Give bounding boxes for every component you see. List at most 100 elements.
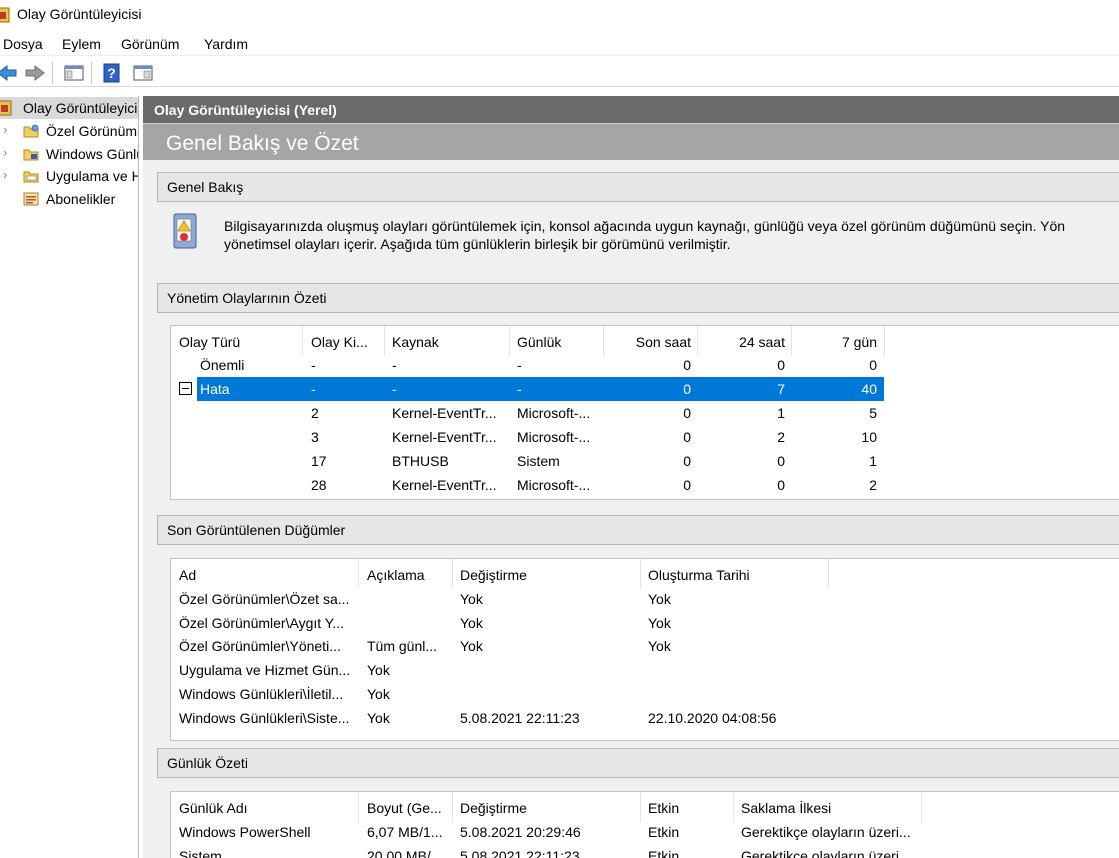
cell-log-name: Windows PowerShell [179,824,311,840]
cell-7-days: 2 [869,477,877,493]
table-row[interactable]: 17 BTHUSB Sistem 0 0 1 [171,449,1119,473]
column-header-created[interactable]: Oluşturma Tarihi [648,567,828,583]
show-hide-action-pane-icon[interactable] [132,63,154,83]
cell-log: Microsoft-... [517,405,591,421]
column-divider [509,326,510,356]
tree-item-label: Windows Günlükleri [46,146,138,162]
menu-view[interactable]: Görünüm [121,36,179,52]
column-divider [791,326,792,356]
cell-event-type: Hata [200,381,230,397]
column-header-enabled[interactable]: Etkin [648,800,733,816]
column-header-event-type[interactable]: Olay Türü [179,334,299,350]
table-header-row: Ad Açıklama Değiştirme Oluşturma Tarihi [171,559,1119,589]
column-divider [733,792,734,822]
column-header-log[interactable]: Günlük [517,334,597,350]
table-row[interactable]: Sistem 20,00 MB/... 5.08.2021 22:11:23 E… [171,844,1119,858]
tree-item-label: Abonelikler [46,191,116,207]
column-header-modified[interactable]: Değiştirme [460,567,640,583]
table-row[interactable]: Özel Görünümler\Özet sa... Yok Yok [171,587,1119,611]
overview-section-header[interactable]: Genel Bakış [157,172,1119,202]
content-header: Olay Görüntüleyicisi (Yerel) [143,96,1119,123]
log-summary-table[interactable]: Günlük Adı Boyut (Ge... Değiştirme Etkin… [170,791,1119,858]
recent-nodes-section-header[interactable]: Son Görüntülenen Düğümler [157,515,1119,545]
column-divider [828,559,829,589]
cell-last-hour: 0 [683,429,691,445]
tree-item-event-viewer-local[interactable]: Olay Görüntüleyicisi (Yerel) [0,97,138,119]
tree-item-label: Uygulama ve Hizmet Günlükleri [46,168,138,184]
admin-events-summary-section: Yönetim Olaylarının Özeti Olay Türü Olay… [157,283,1119,505]
cell-created: Yok [648,591,671,607]
column-header-name[interactable]: Ad [179,567,359,583]
title-band: Genel Bakış ve Özet [143,123,1119,160]
table-row[interactable]: Özel Görünümler\Yöneti... Tüm günl... Yo… [171,634,1119,658]
log-summary-section-header[interactable]: Günlük Özeti [157,748,1119,778]
section-heading: Son Görüntülenen Düğümler [167,522,346,538]
menu-help[interactable]: Yardım [204,36,248,52]
column-header-retention-policy[interactable]: Saklama İlkesi [741,800,921,816]
overview-line-1: Bilgisayarınızda oluşmuş olayları görünt… [224,218,1066,234]
cell-description: Tüm günl... [367,638,438,654]
help-icon[interactable]: ? [101,63,123,83]
table-row[interactable]: 28 Kernel-EventTr... Microsoft-... 0 0 2 [171,473,1119,497]
cell-last-hour: 0 [683,477,691,493]
recent-nodes-table[interactable]: Ad Açıklama Değiştirme Oluşturma Tarihi … [170,558,1119,741]
admin-events-table[interactable]: Olay Türü Olay Ki... Kaynak Günlük Son s… [170,325,1119,500]
table-row[interactable]: Windows Günlükleri\İletil... Yok [171,682,1119,706]
cell-log: - [517,357,522,373]
tree-item-app-services-logs[interactable]: › Uygulama ve Hizmet Günlükleri [0,165,138,187]
cell-7-days: 0 [869,357,877,373]
console-tree: Olay Görüntüleyicisi (Yerel) › Özel Görü… [0,96,139,858]
cell-7-days: 5 [869,405,877,421]
toolbar-separator [52,62,53,84]
cell-event-type: Önemli [200,357,245,373]
column-header-size[interactable]: Boyut (Ge... [367,800,452,816]
column-header-description[interactable]: Açıklama [367,567,452,583]
page-title: Genel Bakış ve Özet [166,132,359,155]
column-header-event-id[interactable]: Olay Ki... [311,334,381,350]
overview-description: Bilgisayarınızda oluşmuş olayları görünt… [224,217,1119,253]
forward-arrow-icon[interactable] [24,63,46,83]
menu-action[interactable]: Eylem [62,36,101,52]
cell-event-id: - [311,357,316,373]
table-header-row: Günlük Adı Boyut (Ge... Değiştirme Etkin… [171,792,1119,822]
column-divider [640,559,641,589]
table-row[interactable]: Önemli - - - 0 0 0 [171,353,1119,377]
toolbar: ? [0,57,1119,87]
table-row[interactable]: 3 Kernel-EventTr... Microsoft-... 0 2 10 [171,425,1119,449]
table-row[interactable]: Uygulama ve Hizmet Gün... Yok [171,658,1119,682]
tree-item-label: Özel Görünümler [46,123,138,139]
column-header-7-days[interactable]: 7 gün [799,334,877,350]
column-header-source[interactable]: Kaynak [392,334,502,350]
chevron-right-icon[interactable]: › [3,167,7,182]
cell-last-hour: 0 [683,453,691,469]
cell-description: Yok [367,686,390,702]
menu-file[interactable]: Dosya [3,36,43,52]
log-summary-section: Günlük Özeti Günlük Adı Boyut (Ge... Değ… [157,748,1119,858]
column-header-last-hour[interactable]: Son saat [611,334,691,350]
cell-event-id: 2 [311,405,319,421]
table-row-selected[interactable]: Hata - - - 0 7 40 [171,377,1119,401]
table-row[interactable]: Özel Görünümler\Aygıt Y... Yok Yok [171,611,1119,635]
column-divider [358,792,359,822]
column-header-modified[interactable]: Değiştirme [460,800,640,816]
table-row[interactable]: 2 Kernel-EventTr... Microsoft-... 0 1 5 [171,401,1119,425]
column-header-log-name[interactable]: Günlük Adı [179,800,359,816]
tree-item-custom-views[interactable]: › Özel Görünümler [0,120,138,142]
cell-created: 22.10.2020 04:08:56 [648,710,777,726]
table-row[interactable]: Windows PowerShell 6,07 MB/1... 5.08.202… [171,820,1119,844]
table-row[interactable]: Windows Günlükleri\Siste... Yok 5.08.202… [171,706,1119,730]
cell-24-hours: 2 [777,429,785,445]
column-header-24-hours[interactable]: 24 saat [705,334,785,350]
chevron-right-icon[interactable]: › [3,122,7,137]
chevron-right-icon[interactable]: › [3,145,7,160]
collapse-toggle-icon[interactable] [179,382,192,395]
show-hide-console-tree-icon[interactable] [63,63,85,83]
cell-name: Özel Görünümler\Yöneti... [179,638,341,654]
tree-item-subscriptions[interactable]: Abonelikler [0,188,138,210]
admin-events-section-header[interactable]: Yönetim Olaylarının Özeti [157,283,1119,313]
cell-event-id: 28 [311,477,327,493]
tree-item-windows-logs[interactable]: › Windows Günlükleri [0,143,138,165]
cell-retention-policy: Gerektikçe olayların üzeri... [741,824,911,840]
back-arrow-icon[interactable] [0,63,18,83]
window-title: Olay Görüntüleyicisi [17,6,142,22]
